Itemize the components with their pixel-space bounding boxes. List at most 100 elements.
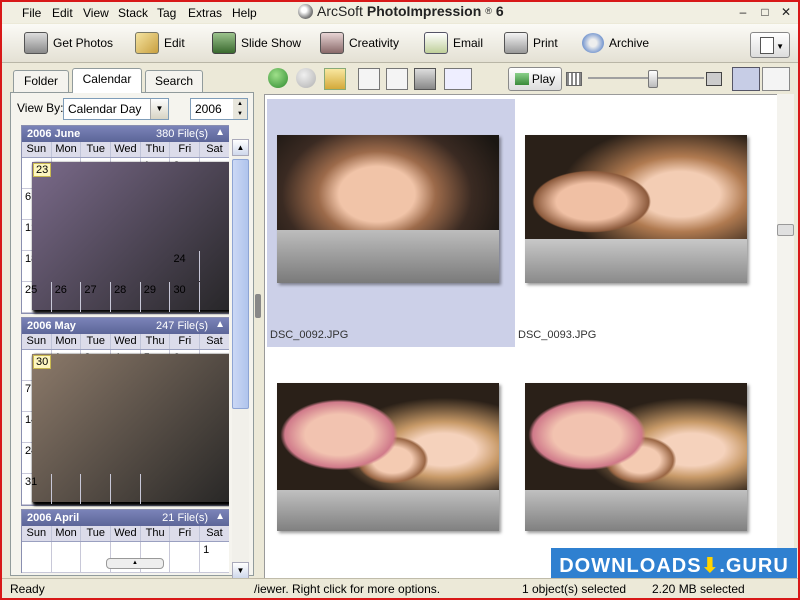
year-stepper[interactable]: 2006 ▲ ▼: [190, 98, 248, 120]
day-number: 7: [25, 383, 32, 395]
rotate-left-icon[interactable]: [358, 68, 380, 90]
spin-up-icon[interactable]: ▲: [233, 99, 247, 109]
watermark-text: DOWNLOADS: [559, 555, 702, 577]
tab-search[interactable]: Search: [145, 70, 203, 92]
weekday-label: Sat: [200, 526, 229, 541]
month-file-count: 380 File(s): [156, 128, 208, 140]
creativity-button[interactable]: Creativity: [320, 30, 399, 56]
rotate-right-icon[interactable]: [386, 68, 408, 90]
zoom-slider-thumb[interactable]: [648, 70, 658, 88]
scroll-thumb[interactable]: [232, 159, 249, 409]
image-menu-icon[interactable]: [444, 68, 472, 90]
tab-folder[interactable]: Folder: [13, 70, 69, 92]
calendar-week: 25 26 27 28 29 30: [22, 282, 229, 313]
archive-button[interactable]: Archive: [582, 30, 649, 56]
app-logo-icon: [298, 3, 313, 19]
slide-show-button[interactable]: Slide Show: [212, 30, 301, 56]
view-by-select[interactable]: Calendar Day ▼: [63, 98, 169, 120]
viewer-scrollbar[interactable]: [777, 94, 794, 578]
title-version: 6: [495, 3, 504, 19]
weekday-label: Sat: [200, 334, 229, 349]
detail-view-icon[interactable]: [762, 67, 790, 91]
photo-filename: DSC_0092.JPG: [270, 329, 349, 341]
collapse-icon[interactable]: ▲: [215, 127, 225, 138]
view-by-label: View By:: [17, 101, 64, 115]
scroll-thumb[interactable]: [777, 224, 794, 236]
calendar-week: 28293031: [22, 354, 229, 505]
pencil-icon: [135, 32, 159, 54]
calendar-day[interactable]: 25: [22, 282, 52, 312]
photo-thumbnail[interactable]: DSC_0092.JPG: [267, 99, 515, 347]
menu-extras[interactable]: Extras: [188, 6, 222, 20]
spin-down-icon[interactable]: ▼: [233, 109, 247, 119]
day-number: 30: [33, 355, 52, 369]
scroll-up-icon[interactable]: ▲: [232, 139, 249, 156]
photo-thumbnail[interactable]: [267, 347, 515, 579]
maximize-button[interactable]: □: [758, 5, 772, 19]
menu-file[interactable]: File: [22, 6, 41, 20]
left-panel: Folder Calendar Search View By: Calendar…: [10, 64, 254, 579]
photo-image: [277, 135, 499, 283]
calendar-day[interactable]: 30: [170, 282, 201, 312]
month-header[interactable]: 2006 June 380 File(s) ▲: [22, 126, 229, 142]
menu-help[interactable]: Help: [232, 6, 257, 20]
scroll-down-icon[interactable]: ▼: [232, 562, 249, 579]
weekday-label: Tue: [81, 526, 112, 541]
calendar-day[interactable]: 1: [200, 542, 229, 572]
weekday-label: Fri: [170, 142, 201, 157]
play-button[interactable]: Play: [508, 67, 562, 91]
month-header[interactable]: 2006 April 21 File(s) ▲: [22, 510, 229, 526]
close-button[interactable]: ✕: [779, 5, 793, 19]
photo-image: [525, 383, 747, 531]
month-header[interactable]: 2006 May 247 File(s) ▲: [22, 318, 229, 334]
trash-icon[interactable]: [414, 68, 436, 90]
calendar-day: [81, 474, 112, 504]
menu-bar: File Edit View Stack Tag Extras Help Arc…: [2, 2, 798, 23]
menu-tag[interactable]: Tag: [157, 6, 176, 20]
calendar-day[interactable]: 24: [170, 251, 201, 281]
weekday-label: Tue: [81, 334, 112, 349]
calendar-day[interactable]: 29: [141, 282, 171, 312]
photo-thumbnail[interactable]: [515, 347, 763, 579]
calendar-day: [111, 474, 141, 504]
disc-icon: [582, 33, 604, 53]
forward-arrow-icon[interactable]: [296, 68, 316, 88]
film-icon: [212, 32, 236, 54]
collapse-grip-icon[interactable]: ▲: [106, 558, 164, 569]
back-arrow-icon[interactable]: [268, 68, 288, 88]
calendar-day[interactable]: 31: [22, 474, 52, 504]
small-thumb-icon[interactable]: [566, 72, 582, 86]
thumbnail-view-icon[interactable]: [732, 67, 760, 91]
get-photos-button[interactable]: Get Photos: [24, 30, 113, 56]
calendar-month: 2006 June 380 File(s) ▲ Sun Mon Tue Wed Thu Fri S…: [21, 125, 229, 314]
email-button[interactable]: Email: [424, 30, 483, 56]
main-toolbar: Get Photos Edit Slide Show Creativity Em…: [2, 24, 798, 63]
calendar-day[interactable]: 28: [111, 282, 141, 312]
weekday-label: Sat: [200, 142, 229, 157]
calendar-day[interactable]: 26: [52, 282, 82, 312]
menu-edit[interactable]: Edit: [52, 6, 73, 20]
calendar-scrollbar[interactable]: ▲ ▼: [232, 139, 249, 579]
options-menu-button[interactable]: ▼: [750, 32, 790, 58]
collapse-icon[interactable]: ▲: [215, 319, 225, 330]
collapse-icon[interactable]: ▲: [215, 511, 225, 522]
day-number: 30: [173, 284, 186, 296]
archive-label: Archive: [609, 36, 650, 50]
calendar-day[interactable]: 27: [81, 282, 112, 312]
minimize-button[interactable]: ‒: [736, 5, 750, 19]
zoom-slider[interactable]: [588, 70, 704, 88]
weekday-header: Sun Mon Tue Wed Thu Fri Sat: [22, 142, 229, 158]
edit-button[interactable]: Edit: [135, 30, 185, 56]
menu-view[interactable]: View: [83, 6, 109, 20]
splitter-handle[interactable]: [255, 294, 261, 318]
envelope-icon: [424, 32, 448, 54]
folder-up-icon[interactable]: [324, 68, 346, 90]
print-button[interactable]: Print: [504, 30, 558, 56]
menu-stack[interactable]: Stack: [118, 6, 148, 20]
document-icon: [760, 37, 774, 54]
large-thumb-icon[interactable]: [706, 72, 722, 86]
photo-thumbnail[interactable]: DSC_0093.JPG: [515, 99, 763, 347]
weekday-label: Wed: [111, 334, 141, 349]
chevron-down-icon[interactable]: ▼: [150, 99, 168, 119]
tab-calendar[interactable]: Calendar: [72, 68, 142, 93]
